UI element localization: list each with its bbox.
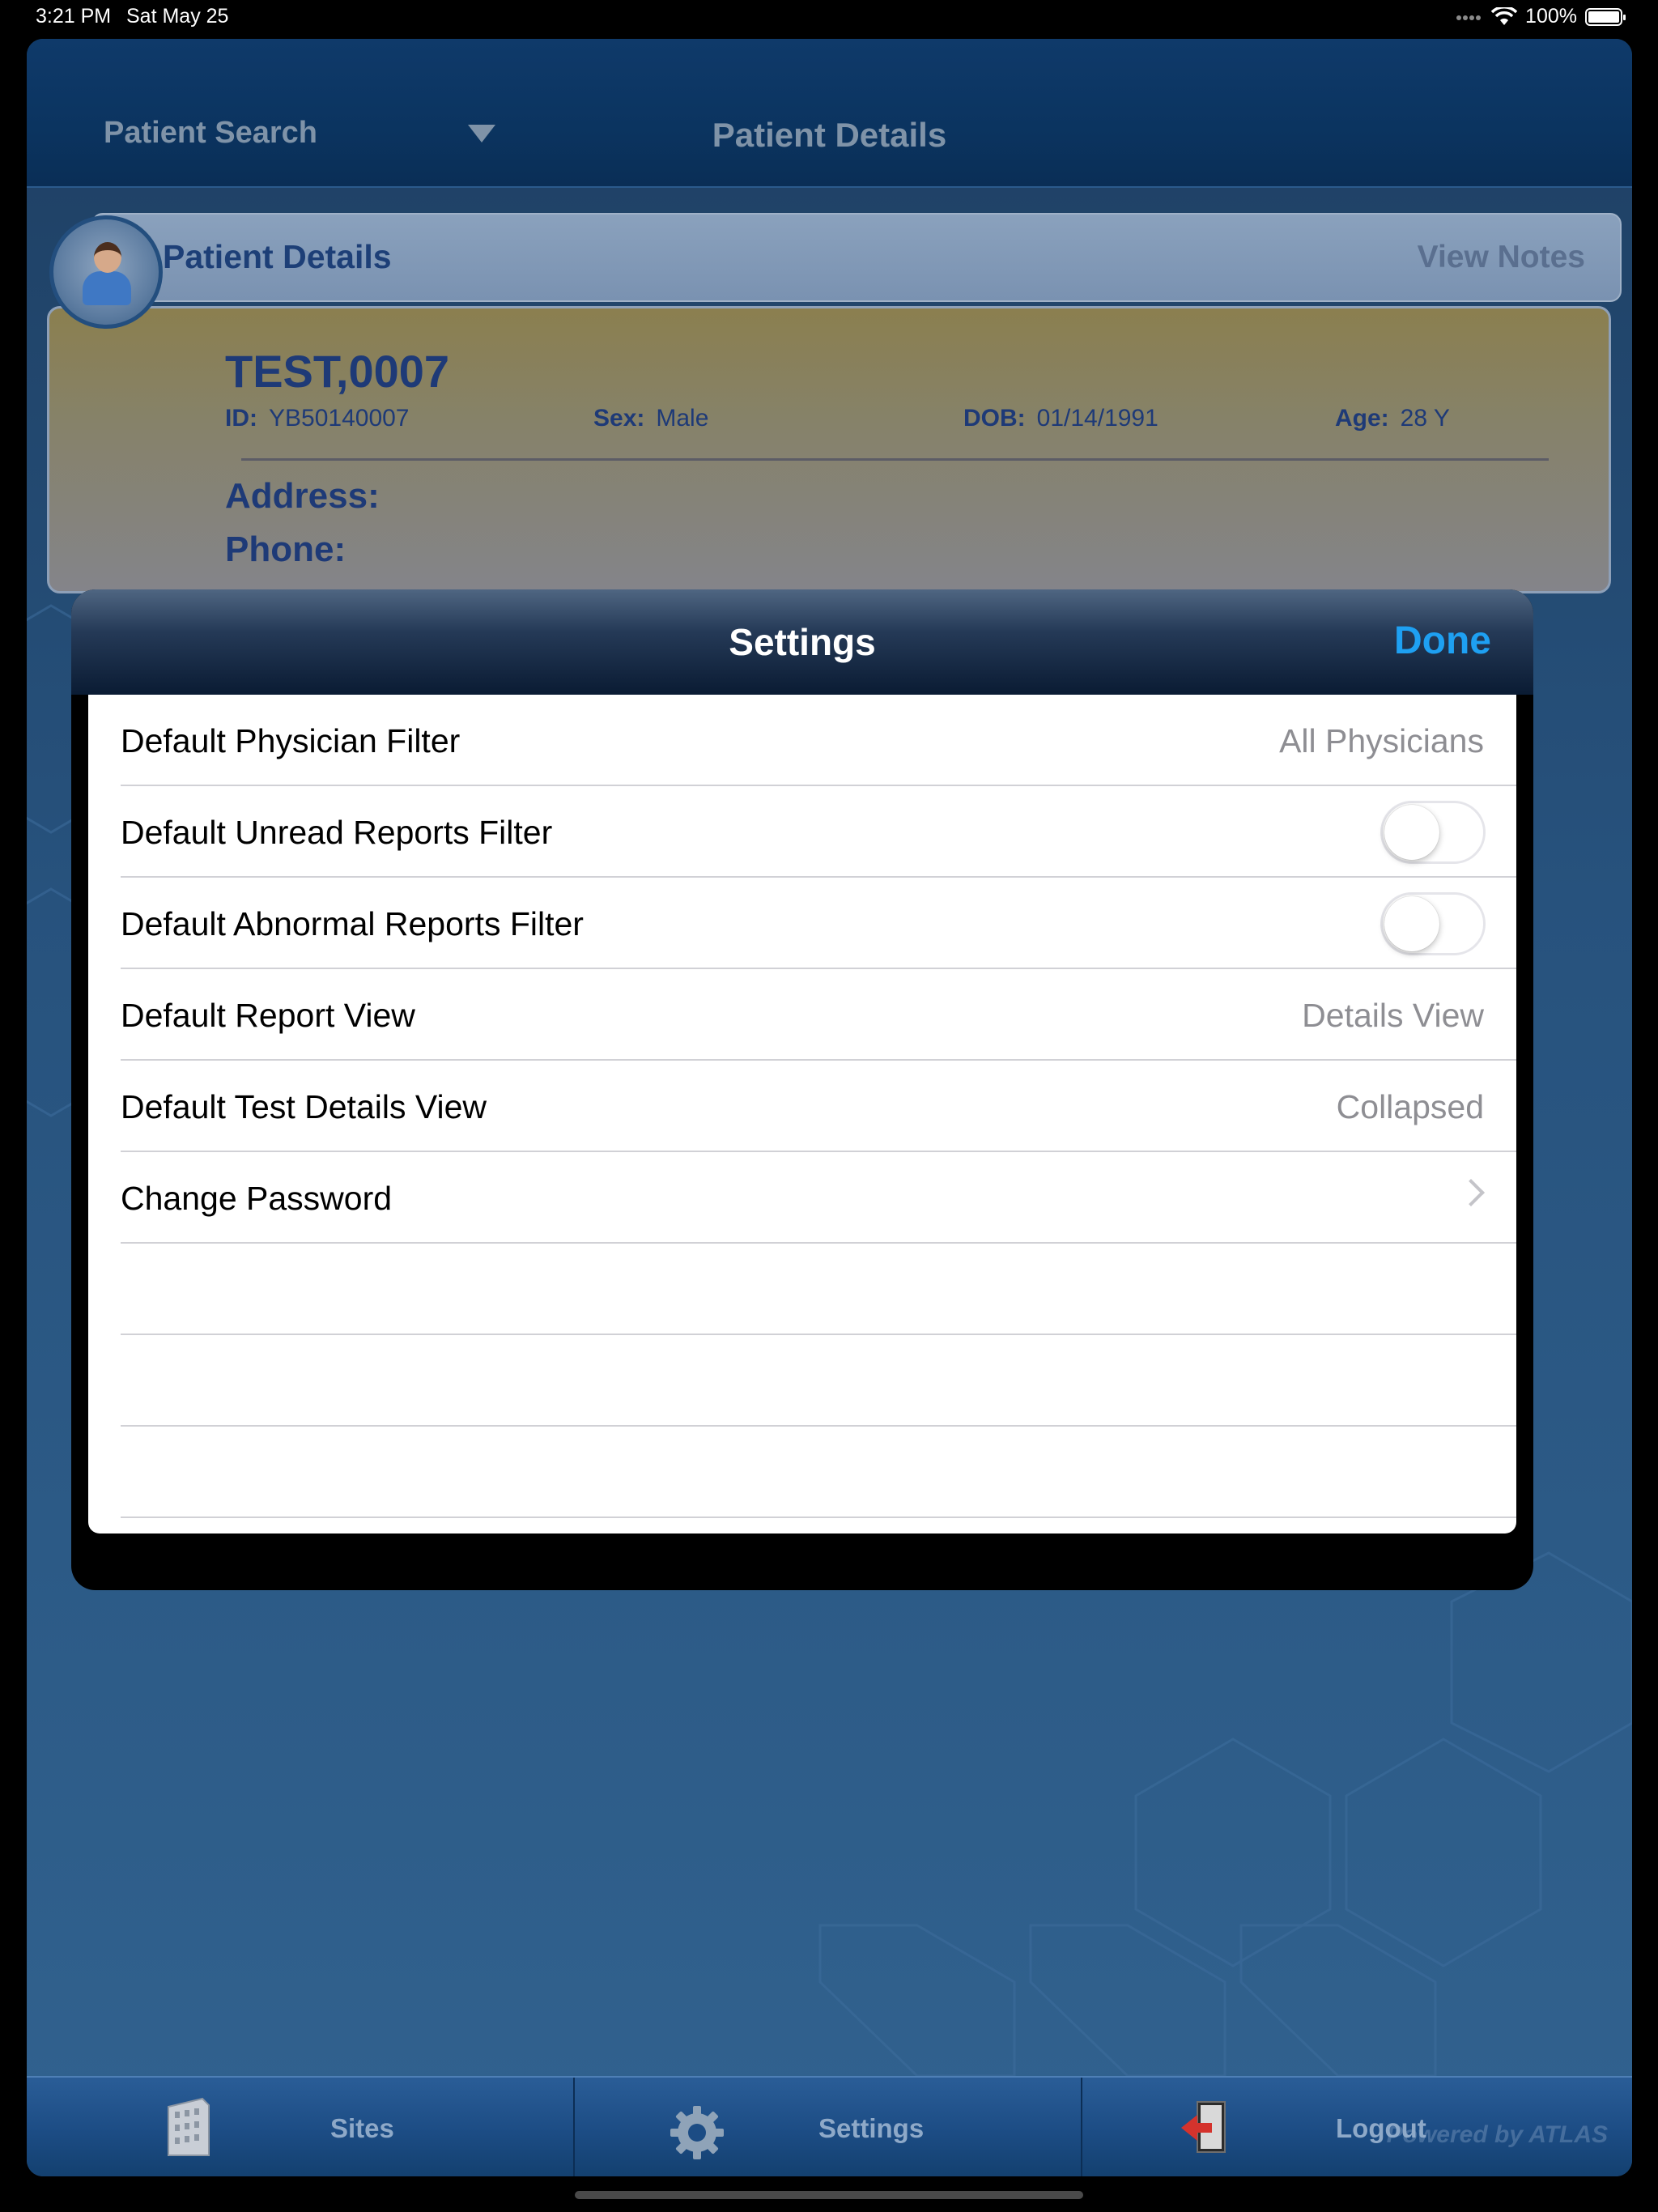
status-date: Sat May 25 [126,5,229,28]
setting-value: Collapsed [1336,1088,1484,1125]
done-button[interactable]: Done [1394,619,1491,663]
chevron-right-icon [1457,1179,1485,1206]
setting-value: Details View [1302,997,1484,1034]
toggle-knob [1384,896,1439,951]
setting-label: Default Report View [121,997,415,1034]
patient-age-value: 28 Y [1400,405,1450,432]
unread-reports-toggle[interactable] [1380,801,1486,864]
setting-row-unread-reports-filter: Default Unread Reports Filter [121,786,1516,878]
toggle-knob [1384,805,1439,860]
status-right: 100% [1456,5,1626,28]
settings-title: Settings [729,621,876,663]
view-notes-button[interactable]: View Notes [1418,240,1585,275]
status-time: 3:21 PM [36,5,112,28]
tab-bar: Sites Settings Logout Powered by ATLAS [27,2076,1632,2176]
setting-row-report-view[interactable]: Default Report View Details View [121,969,1516,1061]
wifi-icon [1491,6,1518,25]
setting-row-abnormal-reports-filter: Default Abnormal Reports Filter [121,878,1516,969]
patient-id-value: YB50140007 [269,405,410,432]
settings-modal: Settings Done Default Physician Filter A… [71,589,1533,1590]
home-indicator [575,2191,1083,2199]
setting-value: All Physicians [1279,722,1484,759]
setting-row-test-details-view[interactable]: Default Test Details View Collapsed [121,1061,1516,1152]
patient-id: ID: YB50140007 [225,405,410,432]
patient-divider [241,458,1549,461]
empty-row [121,1427,1516,1518]
phone-label: Phone: [225,530,346,569]
tab-sites[interactable]: Sites [330,2113,394,2144]
patient-details-heading: Patient Details [163,238,392,275]
setting-label: Default Test Details View [121,1088,487,1125]
setting-label: Default Physician Filter [121,722,461,759]
patient-name: TEST,0007 [225,346,450,397]
abnormal-reports-toggle[interactable] [1380,892,1486,955]
empty-row [121,1244,1516,1335]
sites-building-icon[interactable] [160,2097,217,2159]
address-label: Address: [225,476,380,516]
setting-label: Default Unread Reports Filter [121,814,553,851]
patient-id-label: ID: [225,405,257,432]
setting-label: Default Abnormal Reports Filter [121,905,584,942]
patient-dob-value: 01/14/1991 [1036,405,1158,432]
setting-row-change-password[interactable]: Change Password [121,1152,1516,1244]
cellular-dots-icon [1456,15,1482,20]
gear-icon[interactable] [669,2102,725,2163]
battery-icon [1585,7,1626,26]
navigation-bar: Patient Search Patient Details [27,39,1632,188]
patient-avatar-icon [49,215,163,329]
patient-age: Age: 28 Y [1335,405,1450,432]
patient-sex-value: Male [656,405,709,432]
patient-dob-label: DOB: [963,405,1026,432]
atlas-watermark: Powered by ATLAS [1386,2121,1608,2148]
patient-dob: DOB: 01/14/1991 [963,405,1158,432]
patient-age-label: Age: [1335,405,1389,432]
settings-list: Default Physician Filter All Physicians … [88,695,1516,1534]
settings-header: Settings Done [71,589,1533,695]
tab-separator [573,2078,575,2176]
setting-label: Change Password [121,1180,393,1217]
logout-door-icon[interactable] [1176,2097,1233,2159]
battery-percent: 100% [1525,5,1577,28]
empty-row [121,1335,1516,1427]
tab-settings[interactable]: Settings [818,2113,924,2144]
status-bar: 3:21 PM Sat May 25 100% [0,0,1658,36]
page-title: Patient Details [712,116,947,154]
setting-row-physician-filter[interactable]: Default Physician Filter All Physicians [121,695,1516,786]
tab-separator [1081,2078,1082,2176]
patient-sex: Sex: Male [593,405,708,432]
patient-sex-label: Sex: [593,405,645,432]
